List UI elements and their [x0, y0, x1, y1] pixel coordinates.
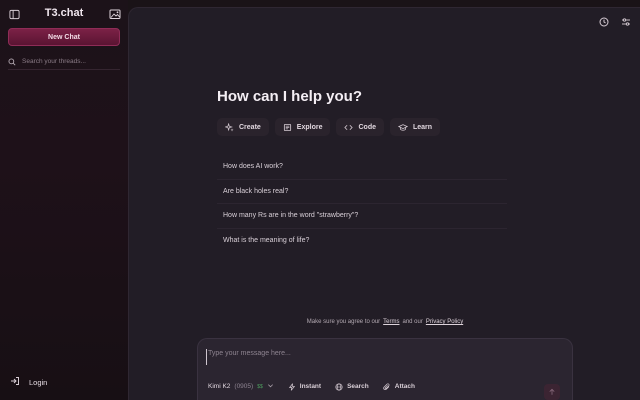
- instant-button[interactable]: Instant: [288, 382, 322, 391]
- settings-sliders-icon[interactable]: [620, 16, 632, 28]
- main-panel: How can I help you? Create Explore Code …: [128, 7, 640, 400]
- message-composer: Kimi K2 (0905) $$ Instant Search: [197, 338, 573, 400]
- chip-label: Create: [239, 123, 261, 131]
- sparkles-icon: [225, 122, 234, 131]
- chip-create[interactable]: Create: [217, 118, 269, 136]
- lightning-icon: [288, 382, 295, 391]
- thread-search: [8, 54, 120, 70]
- chevron-down-icon: [267, 382, 274, 391]
- web-search-button[interactable]: Search: [335, 382, 369, 391]
- login-icon: [10, 373, 20, 391]
- app-title: T3.chat: [44, 7, 84, 19]
- terms-link[interactable]: Terms: [383, 319, 399, 325]
- code-icon: [344, 124, 354, 130]
- model-version: (0905): [234, 383, 254, 390]
- arrow-up-icon: [549, 388, 555, 395]
- login-button[interactable]: Login: [10, 375, 47, 389]
- paperclip-icon: [383, 382, 390, 390]
- suggestion-item[interactable]: How does AI work?: [217, 154, 507, 179]
- terms-notice: Make sure you agree to our Terms and our…: [129, 319, 640, 325]
- suggestion-list: How does AI work? Are black holes real? …: [217, 154, 507, 252]
- new-chat-button[interactable]: New Chat: [8, 28, 120, 46]
- chip-code[interactable]: Code: [336, 118, 384, 136]
- newspaper-icon: [283, 123, 291, 131]
- chip-learn[interactable]: Learn: [389, 118, 441, 136]
- send-button[interactable]: [544, 384, 560, 400]
- app-root: T3.chat New Chat Login: [0, 0, 640, 400]
- globe-icon: [335, 382, 343, 391]
- model-cost-badge: $$: [257, 383, 263, 390]
- page-title: How can I help you?: [217, 88, 363, 105]
- sidebar-toggle-icon[interactable]: [8, 8, 20, 20]
- chip-label: Learn: [412, 123, 433, 131]
- composer-toolbar: Kimi K2 (0905) $$ Instant Search Attach: [208, 382, 415, 391]
- terms-prefix: Make sure you agree to our: [306, 319, 381, 325]
- search-icon: [8, 53, 16, 71]
- top-right-controls: [598, 16, 632, 28]
- model-name: Kimi K2: [208, 383, 231, 390]
- model-selector[interactable]: Kimi K2 (0905) $$: [208, 382, 274, 391]
- chip-explore[interactable]: Explore: [274, 118, 331, 136]
- suggestion-item[interactable]: Are black holes real?: [217, 178, 507, 204]
- chip-label: Code: [358, 123, 376, 131]
- suggestion-item[interactable]: How many Rs are in the word "strawberry"…: [217, 203, 507, 228]
- category-chips: Create Explore Code Learn: [217, 118, 441, 136]
- sidebar-header: T3.chat: [0, 0, 128, 28]
- graduation-cap-icon: [397, 123, 408, 131]
- attach-label: Attach: [394, 383, 415, 390]
- terms-middle: and our: [402, 319, 423, 325]
- chip-label: Explore: [296, 123, 323, 131]
- sidebar: T3.chat New Chat Login: [0, 0, 128, 400]
- search-label: Search: [347, 383, 369, 390]
- image-generate-icon[interactable]: [108, 7, 121, 20]
- privacy-policy-link[interactable]: Privacy Policy: [426, 319, 463, 325]
- attach-button[interactable]: Attach: [383, 382, 415, 391]
- login-label: Login: [29, 377, 48, 387]
- history-icon[interactable]: [598, 16, 610, 28]
- search-input[interactable]: [22, 58, 118, 65]
- message-input[interactable]: [206, 349, 556, 365]
- suggestion-item[interactable]: What is the meaning of life?: [217, 227, 507, 253]
- instant-label: Instant: [299, 383, 322, 390]
